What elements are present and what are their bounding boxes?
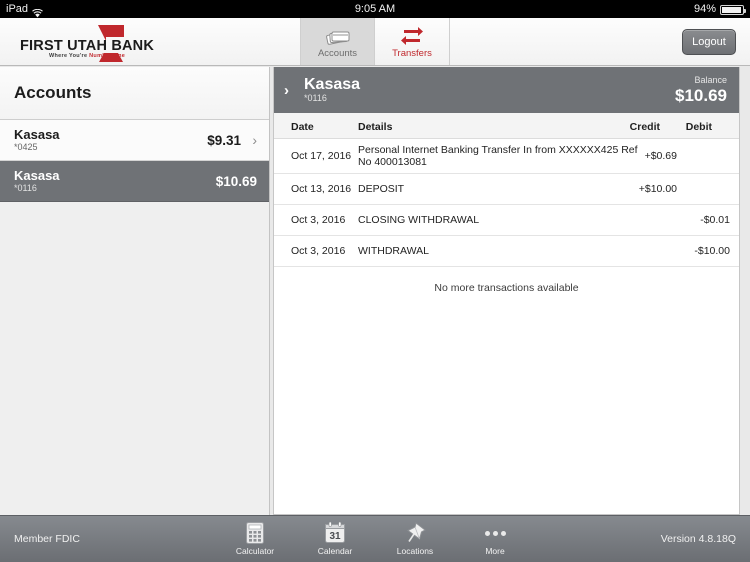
tab-accounts-label: Accounts: [317, 48, 358, 59]
toolbar-item-more[interactable]: More: [466, 521, 524, 556]
tab-accounts[interactable]: Accounts: [300, 18, 375, 65]
accounts-sidebar: Accounts Kasasa *0425 $9.31 › Kasasa *01…: [0, 67, 270, 515]
bottom-toolbar: Member FDIC Calculator 31 Calendar Locat…: [0, 515, 750, 562]
transaction-credit: +$10.00: [638, 183, 677, 195]
panel-account-labels: Kasasa *0116: [304, 76, 675, 104]
status-bar-clock: 9:05 AM: [354, 3, 396, 15]
column-header-details: Details: [358, 121, 393, 133]
svg-text:31: 31: [329, 531, 341, 542]
account-name: Kasasa: [14, 167, 60, 183]
transaction-date: Oct 17, 2016: [291, 150, 352, 162]
panel-balance: Balance $10.69: [675, 75, 727, 105]
toolbar-item-calculator[interactable]: Calculator: [226, 521, 284, 556]
tab-transfers[interactable]: Transfers: [375, 18, 450, 65]
logout-button[interactable]: Logout: [682, 29, 736, 55]
transactions-panel: › Kasasa *0116 Balance $10.69 Date Detai…: [273, 67, 740, 515]
pushpin-icon: [403, 521, 427, 545]
panel-account-number: *0116: [304, 93, 327, 103]
ellipsis-icon: [484, 521, 506, 545]
chevron-right-icon: ›: [252, 132, 257, 148]
transactions-panel-header: › Kasasa *0116 Balance $10.69: [274, 67, 739, 113]
column-header-credit: Credit: [629, 121, 660, 133]
toolbar-item-calendar-label: Calendar: [317, 546, 353, 556]
transaction-description: WITHDRAWAL: [358, 245, 429, 257]
bank-logo: FIRST UTAH BANK Where You're Number One: [20, 23, 200, 63]
status-bar-right: 94%: [693, 0, 746, 18]
calculator-icon: [244, 521, 266, 545]
table-row[interactable]: Oct 3, 2016 WITHDRAWAL -$10.00: [274, 236, 739, 267]
transaction-debit: -$10.00: [694, 245, 730, 257]
bank-logo-tagline: Where You're Number One: [49, 53, 125, 59]
table-row[interactable]: Oct 17, 2016 Personal Internet Banking T…: [274, 139, 739, 174]
account-balance: $9.31: [207, 132, 241, 148]
account-labels: Kasasa *0425: [14, 126, 207, 153]
end-of-transactions-message: No more transactions available: [434, 282, 579, 294]
nav-tabs: Accounts Transfers: [300, 18, 450, 65]
column-header-debit: Debit: [685, 121, 712, 133]
transaction-debit: -$0.01: [700, 214, 730, 226]
column-header-date: Date: [291, 121, 314, 133]
top-nav-bar: FIRST UTAH BANK Where You're Number One: [0, 18, 750, 66]
transaction-description: CLOSING WITHDRAWAL: [358, 214, 480, 226]
battery-percent-label: 94%: [693, 3, 716, 15]
toolbar-item-calculator-label: Calculator: [235, 546, 275, 556]
transaction-date: Oct 13, 2016: [291, 183, 352, 195]
sidebar-header: Accounts: [0, 67, 269, 120]
account-number: *0425: [14, 141, 38, 152]
toolbar-item-more-label: More: [485, 546, 505, 556]
toolbar-items: Calculator 31 Calendar Locations More: [0, 521, 750, 556]
version-label: Version 4.8.18Q: [660, 533, 736, 545]
sidebar-item-kasasa-0116[interactable]: Kasasa *0116 $10.69: [0, 161, 269, 202]
bank-logo-text: FIRST UTAH BANK: [20, 38, 155, 54]
toolbar-item-locations[interactable]: Locations: [386, 521, 444, 556]
battery-icon: [720, 5, 746, 15]
transaction-date: Oct 3, 2016: [291, 245, 346, 257]
tab-transfers-label: Transfers: [392, 48, 432, 59]
cards-stack-icon: [325, 24, 351, 46]
transactions-column-headers: Date Details Credit Debit: [274, 113, 739, 139]
chevron-right-icon[interactable]: ›: [284, 82, 304, 99]
balance-label: Balance: [694, 75, 727, 85]
status-bar: iPad 9:05 AM 94%: [0, 0, 750, 18]
account-name: Kasasa: [14, 126, 60, 142]
panel-account-name: Kasasa: [304, 76, 361, 93]
account-labels: Kasasa *0116: [14, 167, 216, 194]
balance-amount: $10.69: [675, 86, 727, 105]
sidebar-title: Accounts: [14, 83, 92, 102]
transaction-credit: +$0.69: [644, 150, 677, 162]
account-number: *0116: [14, 182, 37, 193]
transaction-date: Oct 3, 2016: [291, 214, 346, 226]
ipad-screen: iPad 9:05 AM 94% FIRST UTAH BANK Where Y…: [0, 0, 750, 562]
toolbar-item-calendar[interactable]: 31 Calendar: [306, 521, 364, 556]
sidebar-item-kasasa-0425[interactable]: Kasasa *0425 $9.31 ›: [0, 120, 269, 161]
tagline-prefix: Where You're: [49, 53, 90, 59]
tagline-accent: Number One: [89, 53, 126, 59]
table-row[interactable]: Oct 3, 2016 CLOSING WITHDRAWAL -$0.01: [274, 205, 739, 236]
transfer-arrows-icon: [400, 24, 424, 46]
calendar-icon: 31: [323, 521, 347, 545]
account-balance: $10.69: [215, 173, 257, 189]
table-row[interactable]: Oct 13, 2016 DEPOSIT +$10.00: [274, 174, 739, 205]
toolbar-item-locations-label: Locations: [396, 546, 434, 556]
